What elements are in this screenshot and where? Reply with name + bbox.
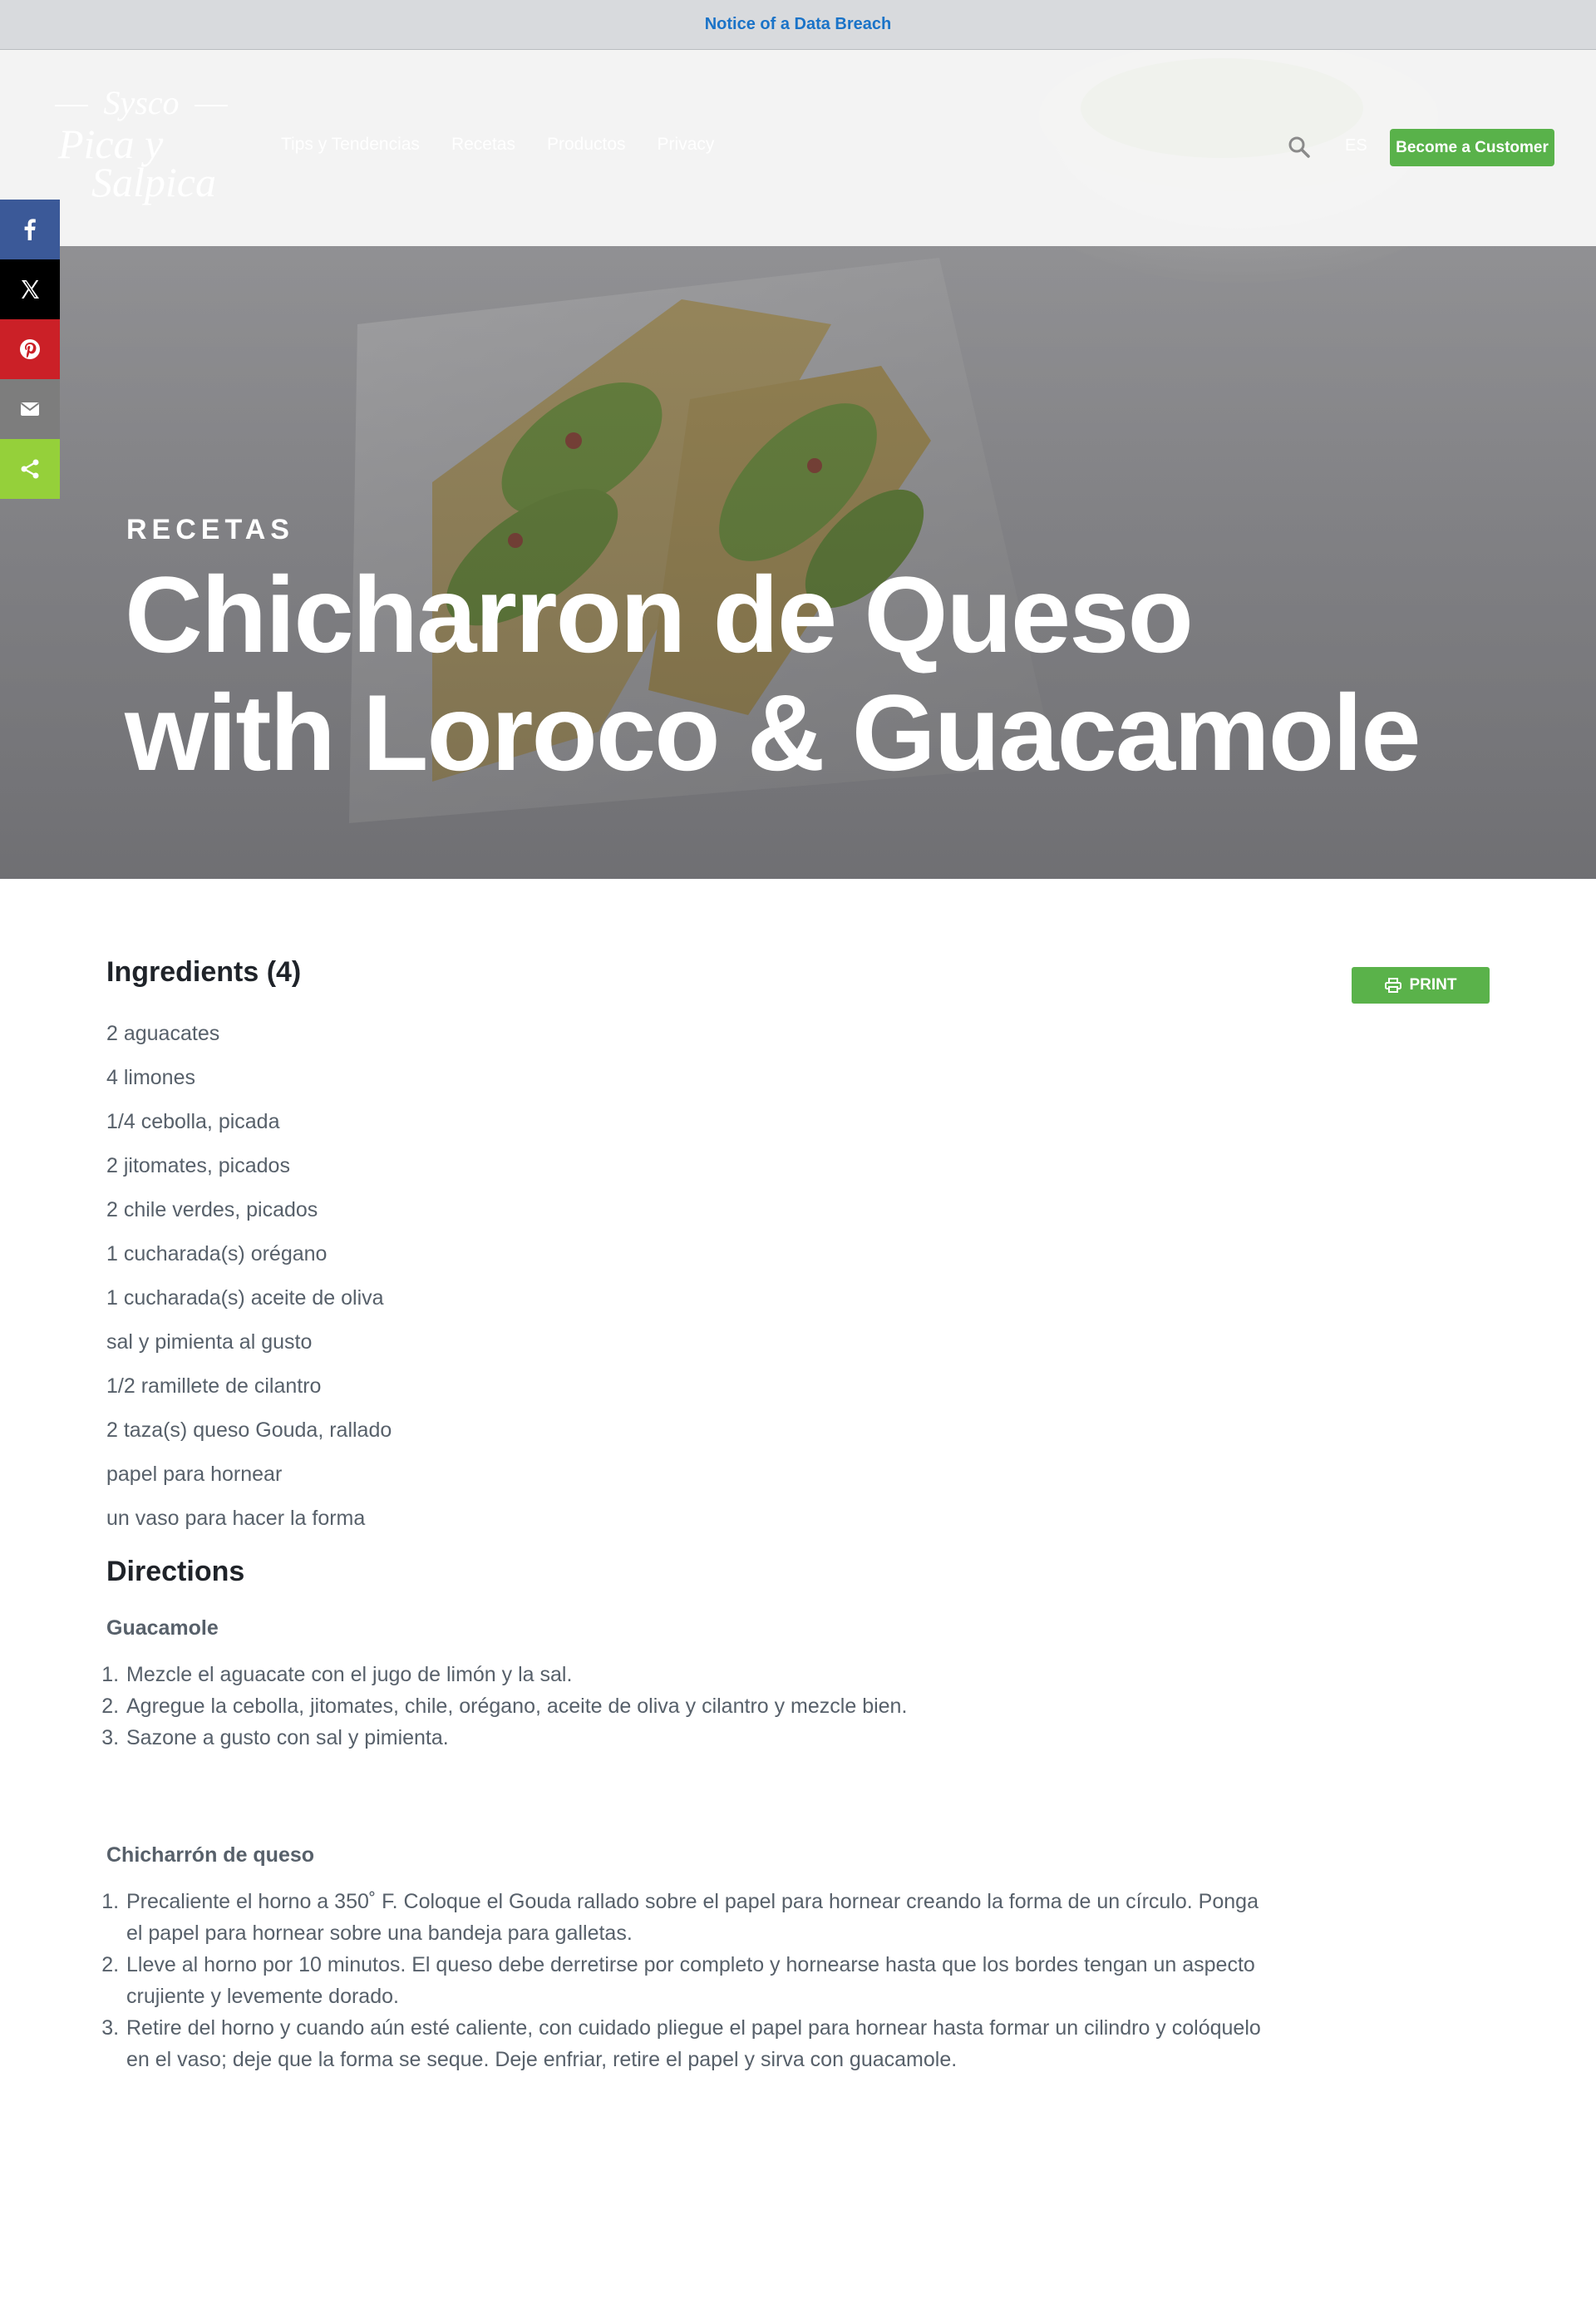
- ingredient-item: 2 chile verdes, picados: [106, 1198, 318, 1221]
- hero-category-label: RECETAS: [126, 514, 294, 545]
- ingredient-item: 2 aguacates: [106, 1022, 220, 1045]
- more-share-button[interactable]: [0, 439, 60, 499]
- main-nav: Tips y Tendencias Recetas Productos Priv…: [281, 135, 714, 155]
- share-icon: [21, 459, 39, 479]
- ingredient-item: 1/2 ramillete de cilantro: [106, 1374, 322, 1398]
- print-label: PRINT: [1409, 976, 1457, 994]
- nav-item-privacy[interactable]: Privacy: [658, 135, 715, 155]
- ingredient-item: 2 taza(s) queso Gouda, rallado: [106, 1418, 392, 1442]
- social-share-bar: [0, 200, 60, 499]
- direction-step: Agregue la cebolla, jitomates, chile, or…: [125, 1690, 1495, 1722]
- pinterest-icon: [20, 339, 40, 359]
- ingredient-item: 1/4 cebolla, picada: [106, 1110, 280, 1133]
- nav-item-recetas[interactable]: Recetas: [451, 135, 515, 155]
- email-icon: [20, 402, 40, 416]
- directions-section-title: Guacamole: [106, 1616, 219, 1640]
- sysco-pica-y-salpica-logo[interactable]: Sysco Pica y Salpica: [50, 83, 241, 216]
- recipe-content: Ingredients (4) PRINT 2 aguacates 4 limo…: [106, 956, 1495, 2075]
- logo-sysco-text: Sysco: [50, 83, 233, 122]
- nav-item-tips-y-tendencias[interactable]: Tips y Tendencias: [281, 135, 420, 155]
- data-breach-notice-link[interactable]: Notice of a Data Breach: [705, 15, 892, 34]
- print-button[interactable]: PRINT: [1352, 967, 1490, 1004]
- ingredient-item: 1 cucharada(s) aceite de oliva: [106, 1286, 384, 1310]
- search-icon[interactable]: [1287, 135, 1312, 160]
- data-breach-notice-bar: Notice of a Data Breach: [0, 0, 1596, 50]
- logo-script-text: Pica y Salpica: [58, 121, 216, 205]
- directions-steps-list: Precaliente el horno a 350˚ F. Coloque e…: [106, 1886, 1270, 2075]
- ingredient-item: un vaso para hacer la forma: [106, 1507, 366, 1530]
- direction-step: Mezcle el aguacate con el jugo de limón …: [125, 1659, 1495, 1690]
- direction-step: Retire del horno y cuando aún esté calie…: [125, 2012, 1270, 2075]
- directions-steps-list: Mezcle el aguacate con el jugo de limón …: [106, 1659, 1495, 1754]
- x-share-button[interactable]: [0, 259, 60, 319]
- ingredient-item: papel para hornear: [106, 1463, 283, 1486]
- language-switch[interactable]: ES: [1345, 136, 1367, 155]
- ingredient-item: 4 limones: [106, 1066, 195, 1089]
- become-a-customer-button[interactable]: Become a Customer: [1390, 129, 1554, 166]
- ingredients-list: 2 aguacates 4 limones 1/4 cebolla, picad…: [106, 1012, 1495, 1541]
- ingredient-item: 2 jitomates, picados: [106, 1154, 290, 1177]
- facebook-share-button[interactable]: [0, 200, 60, 259]
- recipe-title: Chicharron de Queso with Loroco & Guacam…: [125, 554, 1421, 793]
- direction-step: Precaliente el horno a 350˚ F. Coloque e…: [125, 1886, 1270, 1949]
- ingredient-item: 1 cucharada(s) orégano: [106, 1242, 328, 1265]
- direction-step: Lleve al horno por 10 minutos. El queso …: [125, 1949, 1270, 2012]
- ingredient-item: sal y pimienta al gusto: [106, 1330, 313, 1354]
- printer-icon: [1384, 978, 1401, 993]
- x-icon: [22, 280, 39, 298]
- facebook-icon: [24, 219, 36, 240]
- pinterest-share-button[interactable]: [0, 319, 60, 379]
- direction-step: Sazone a gusto con sal y pimienta.: [125, 1722, 1495, 1754]
- email-share-button[interactable]: [0, 379, 60, 439]
- ingredients-title: Ingredients (4): [106, 956, 302, 988]
- nav-item-productos[interactable]: Productos: [547, 135, 626, 155]
- directions-section-title: Chicharrón de queso: [106, 1843, 315, 1867]
- directions-title: Directions: [106, 1556, 245, 1587]
